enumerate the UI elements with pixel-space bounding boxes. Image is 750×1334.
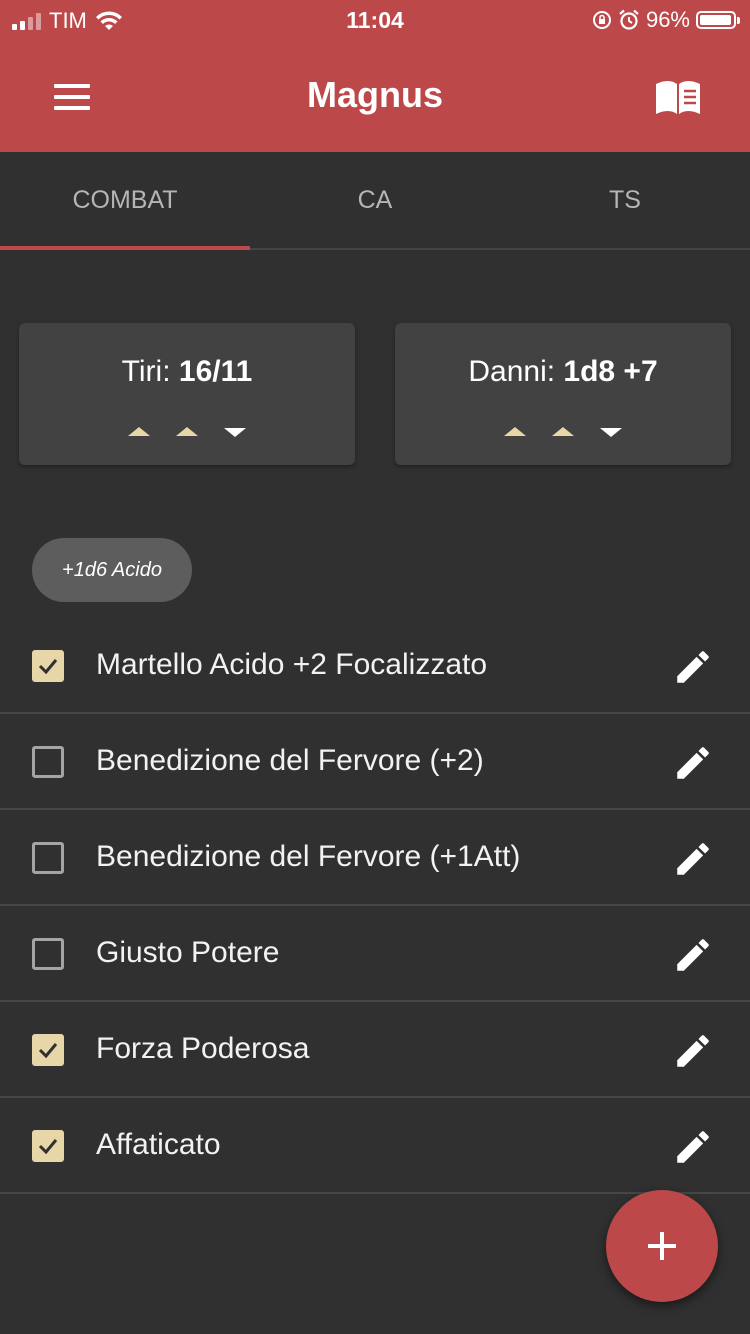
pencil-icon[interactable] [672, 1126, 714, 1168]
modifier-checkbox[interactable] [32, 1034, 64, 1066]
modifier-label: Giusto Potere [96, 936, 280, 969]
pencil-icon[interactable] [672, 1030, 714, 1072]
tiri-controls [19, 427, 355, 437]
book-icon [656, 81, 700, 114]
tab-bar: COMBAT CA TS [0, 152, 750, 250]
pencil-icon[interactable] [672, 646, 714, 688]
pencil-icon[interactable] [672, 934, 714, 976]
danni-label: Danni: [468, 355, 556, 388]
tiri-decrease-arrow-icon[interactable] [224, 428, 246, 437]
tiri-card: Tiri: 16/11 [19, 323, 355, 465]
modifier-label: Benedizione del Fervore (+2) [96, 744, 484, 777]
tab-ca[interactable]: CA [250, 152, 500, 248]
modifier-checkbox[interactable] [32, 842, 64, 874]
danni-value: 1d8 +7 [563, 355, 658, 388]
modifier-label: Martello Acido +2 Focalizzato [96, 648, 488, 681]
list-item: Affaticato [0, 1098, 750, 1194]
app-bar: Magnus [0, 40, 750, 152]
list-item: Martello Acido +2 Focalizzato [0, 618, 750, 714]
pencil-icon[interactable] [672, 742, 714, 784]
modifier-list: Martello Acido +2 Focalizzato Benedizion… [0, 618, 750, 1194]
modifier-label: Affaticato [96, 1128, 221, 1161]
danni-text: Danni: 1d8 +7 [395, 355, 731, 389]
danni-increase-arrow-icon[interactable] [504, 427, 526, 436]
check-icon [38, 1139, 58, 1155]
tiri-increase-secondary-arrow-icon[interactable] [176, 427, 198, 436]
list-item: Benedizione del Fervore (+1Att) [0, 810, 750, 906]
tab-combat[interactable]: COMBAT [0, 152, 250, 250]
check-icon [38, 1043, 58, 1059]
book-button[interactable] [652, 78, 704, 118]
list-item: Benedizione del Fervore (+2) [0, 714, 750, 810]
extra-damage-chip[interactable]: +1d6 Acido [32, 538, 192, 602]
tiri-increase-arrow-icon[interactable] [128, 427, 150, 436]
modifier-checkbox[interactable] [32, 938, 64, 970]
list-item: Giusto Potere [0, 906, 750, 1002]
battery-percent: 96% [645, 7, 690, 32]
check-icon [38, 659, 58, 675]
modifier-label: Benedizione del Fervore (+1Att) [96, 840, 521, 873]
add-modifier-button[interactable] [606, 1190, 718, 1302]
modifier-checkbox[interactable] [32, 650, 64, 682]
list-item: Forza Poderosa [0, 1002, 750, 1098]
modifier-label: Forza Poderosa [96, 1032, 310, 1065]
danni-controls [395, 427, 731, 437]
tab-ts[interactable]: TS [500, 152, 750, 248]
tiri-text: Tiri: 16/11 [19, 355, 355, 389]
app-title: Magnus [306, 74, 443, 115]
orientation-lock-icon [592, 11, 611, 29]
status-bar: TIM 11:04 96% [0, 0, 750, 40]
battery-icon [696, 11, 740, 29]
status-right: 96% [592, 7, 740, 33]
pencil-icon[interactable] [672, 838, 714, 880]
danni-increase-secondary-arrow-icon[interactable] [552, 427, 574, 436]
alarm-icon [619, 9, 639, 30]
modifier-checkbox[interactable] [32, 746, 64, 778]
tiri-label: Tiri: [121, 355, 171, 388]
modifier-checkbox[interactable] [32, 1130, 64, 1162]
danni-decrease-arrow-icon[interactable] [600, 428, 622, 437]
danni-card: Danni: 1d8 +7 [395, 323, 731, 465]
tiri-value: 16/11 [178, 355, 253, 388]
